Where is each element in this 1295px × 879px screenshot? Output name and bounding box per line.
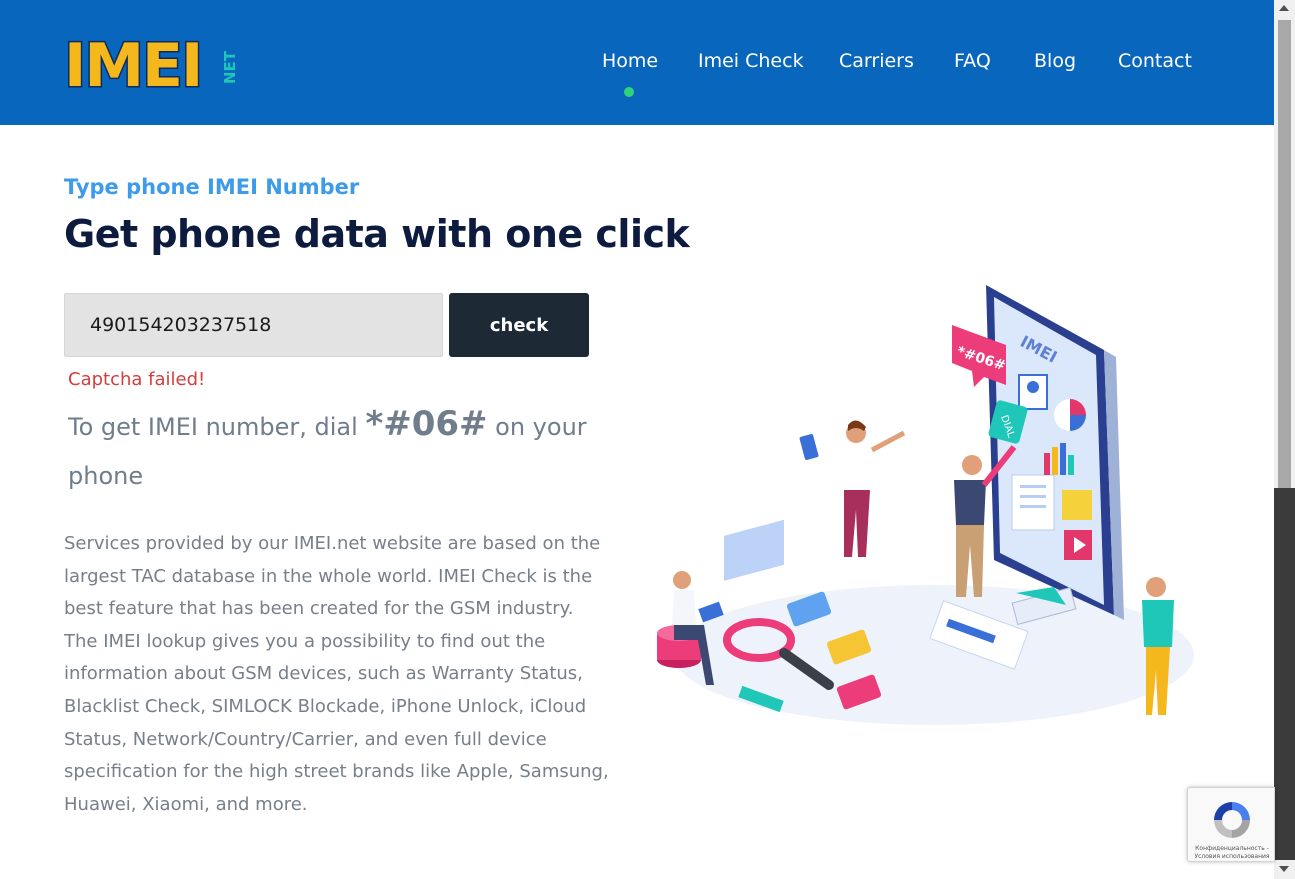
recaptcha-terms-link[interactable]: Условия использования bbox=[1192, 853, 1272, 861]
active-nav-indicator bbox=[624, 87, 634, 97]
dial-prefix: To get IMEI number, dial bbox=[68, 413, 358, 441]
imei-net-logo[interactable]: IMEI NET bbox=[64, 32, 240, 92]
scroll-track bbox=[1274, 488, 1295, 860]
captcha-error-message: Captcha failed! bbox=[68, 369, 206, 390]
scroll-up-arrow-icon[interactable] bbox=[1279, 5, 1289, 11]
nav-contact[interactable]: Contact bbox=[1118, 50, 1192, 72]
recaptcha-privacy-link[interactable]: Конфиденциальность - bbox=[1192, 845, 1272, 853]
hero-illustration: IMEI *#06# DIAL bbox=[657, 285, 1194, 725]
recaptcha-links[interactable]: Конфиденциальность - Условия использован… bbox=[1192, 845, 1272, 861]
page-scrollbar[interactable] bbox=[1274, 0, 1295, 879]
man-right-figure bbox=[1142, 577, 1174, 715]
logo-wordmark: IMEI bbox=[64, 32, 201, 92]
nav-imei-check[interactable]: Imei Check bbox=[698, 50, 804, 72]
dial-instruction: To get IMEI number, dial *#06# on your p… bbox=[68, 400, 588, 501]
scroll-thumb[interactable] bbox=[1278, 20, 1291, 488]
recaptcha-icon bbox=[1214, 802, 1250, 838]
scroll-down-arrow-icon[interactable] bbox=[1279, 866, 1289, 872]
dial-code: *#06# bbox=[365, 404, 488, 444]
page-title: Get phone data with one click bbox=[64, 212, 690, 256]
logo-suffix: NET bbox=[221, 50, 239, 84]
man-standing-figure bbox=[799, 420, 906, 557]
section-subtitle: Type phone IMEI Number bbox=[64, 175, 360, 199]
imei-input[interactable] bbox=[64, 293, 443, 357]
service-description: Services provided by our IMEI.net websit… bbox=[64, 533, 609, 815]
site-header: IMEI NET Home Imei Check Carriers FAQ Bl… bbox=[0, 0, 1274, 125]
nav-home[interactable]: Home bbox=[602, 50, 658, 72]
nav-faq[interactable]: FAQ bbox=[954, 50, 991, 72]
check-button[interactable]: check bbox=[449, 293, 589, 357]
recaptcha-badge[interactable]: Конфиденциальность - Условия использован… bbox=[1187, 787, 1275, 862]
nav-blog[interactable]: Blog bbox=[1034, 50, 1076, 72]
nav-carriers[interactable]: Carriers bbox=[839, 50, 914, 72]
